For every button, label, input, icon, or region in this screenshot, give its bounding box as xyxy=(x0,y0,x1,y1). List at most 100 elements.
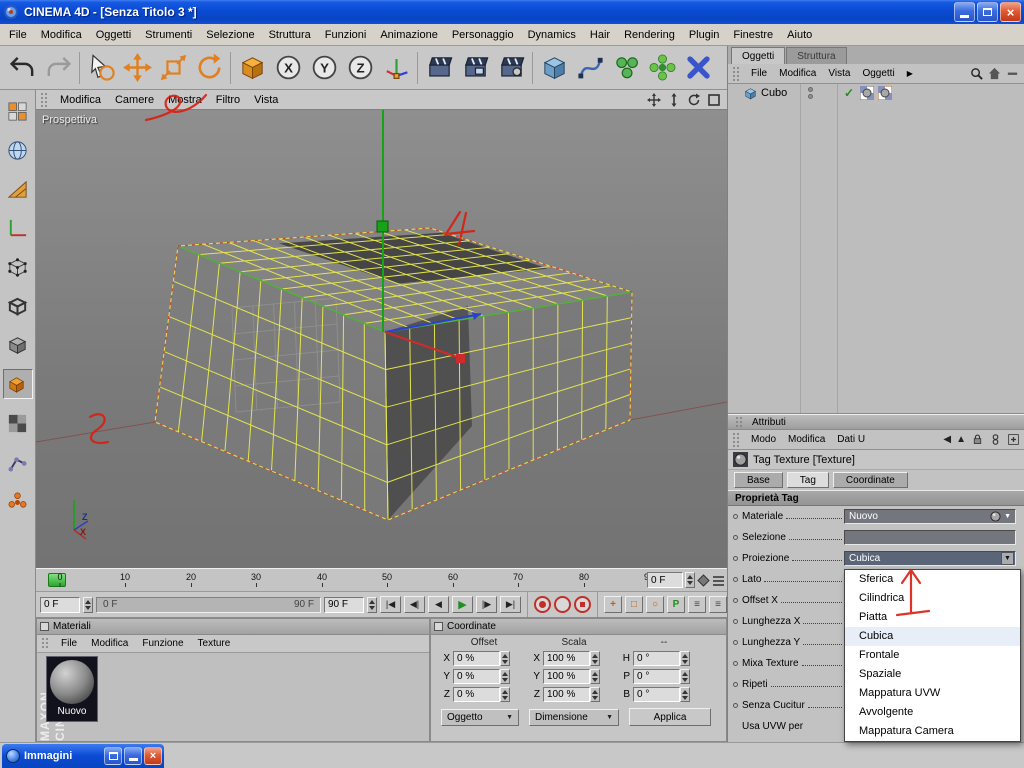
texture-tag-icon[interactable] xyxy=(860,86,874,100)
home-icon[interactable] xyxy=(988,67,1001,80)
convert-to-editable-icon[interactable] xyxy=(3,96,33,126)
close-button[interactable]: × xyxy=(1000,2,1021,22)
proiezione-combobox[interactable]: Cubica ▼ xyxy=(844,551,1016,566)
keyframe-icon[interactable] xyxy=(697,574,710,587)
attr-menu-dati[interactable]: Dati U xyxy=(831,432,871,447)
apply-button[interactable]: Applica xyxy=(629,708,711,726)
keyframe-dot[interactable] xyxy=(733,535,738,540)
perspective-viewport[interactable]: Prospettiva Z X xyxy=(36,110,727,568)
materials-menu-texture[interactable]: Texture xyxy=(191,636,238,651)
add-spline-icon[interactable] xyxy=(572,49,608,87)
keyframe-dot[interactable] xyxy=(733,661,738,666)
autokey-icon[interactable] xyxy=(554,596,571,613)
add-nurbs-icon[interactable] xyxy=(608,49,644,87)
offset-z-field[interactable]: 0 % xyxy=(453,687,515,702)
keyframe-dot[interactable] xyxy=(733,682,738,687)
projection-dropdown-list[interactable]: Sferica Cilindrica Piatta Cubica Frontal… xyxy=(844,569,1021,742)
materials-panel-header[interactable]: Materiali xyxy=(37,619,429,635)
edges-mode-icon[interactable] xyxy=(3,291,33,321)
preview-range-slider[interactable]: 0 F 90 F xyxy=(96,597,321,613)
lock-y-axis-icon[interactable]: Y xyxy=(306,49,342,87)
dropdown-option-piatta[interactable]: Piatta xyxy=(845,608,1020,627)
tab-oggetti[interactable]: Oggetti xyxy=(731,47,785,64)
dropdown-option-mappatura-uvw[interactable]: Mappatura UVW xyxy=(845,684,1020,703)
lock-icon[interactable] xyxy=(971,433,984,446)
tab-tag[interactable]: Tag xyxy=(787,472,829,488)
menu-struttura[interactable]: Struttura xyxy=(262,26,318,44)
scale-x-field[interactable]: 100 % xyxy=(543,651,605,666)
materials-menu-modifica[interactable]: Modifica xyxy=(84,636,135,651)
dropdown-option-sferica[interactable]: Sferica xyxy=(845,570,1020,589)
offset-x-field[interactable]: 0 % xyxy=(453,651,515,666)
keyframe-dot[interactable] xyxy=(733,598,738,603)
zoom-view-icon[interactable] xyxy=(667,93,681,107)
attr-menu-modifica[interactable]: Modifica xyxy=(782,432,831,447)
object-name[interactable]: Cubo xyxy=(761,87,787,99)
objects-menu-vista[interactable]: Vista xyxy=(822,66,856,81)
menu-selezione[interactable]: Selezione xyxy=(199,26,261,44)
coord-target-dropdown[interactable]: Oggetto▼ xyxy=(441,709,519,726)
add-cube-icon[interactable] xyxy=(536,49,572,87)
menu-overflow-icon[interactable]: ▶ xyxy=(901,67,919,80)
rotate-tool-icon[interactable] xyxy=(191,49,227,87)
panel-widget-icon[interactable] xyxy=(434,622,443,631)
new-panel-icon[interactable] xyxy=(1007,433,1020,446)
combo-arrow-icon[interactable]: ▼ xyxy=(1001,552,1014,565)
render-view-icon[interactable] xyxy=(421,49,457,87)
panel-grip[interactable] xyxy=(40,92,49,107)
scale-y-field[interactable]: 100 % xyxy=(543,669,605,684)
material-name[interactable]: Nuovo xyxy=(47,706,97,717)
live-selection-icon[interactable] xyxy=(83,49,119,87)
window-titlebar[interactable]: CINEMA 4D - [Senza Titolo 3 *] × xyxy=(0,0,1024,24)
redo-icon[interactable] xyxy=(40,49,76,87)
render-picture-viewer-icon[interactable] xyxy=(457,49,493,87)
model-mode-icon[interactable] xyxy=(3,135,33,165)
timeline-options-icon[interactable] xyxy=(712,574,725,587)
rotation-h-field[interactable]: 0 ° xyxy=(633,651,695,666)
object-list[interactable]: Cubo ✓ xyxy=(728,84,1024,414)
menu-modifica[interactable]: Modifica xyxy=(34,26,89,44)
goto-end-button[interactable]: ▶| xyxy=(500,596,521,613)
pv-restore-button[interactable] xyxy=(104,747,122,765)
menu-rendering[interactable]: Rendering xyxy=(617,26,682,44)
picture-viewer-titlebar[interactable]: Immagini × xyxy=(2,744,164,768)
material-thumbnail[interactable]: Nuovo xyxy=(46,656,98,722)
goto-start-button[interactable]: |◀ xyxy=(380,596,401,613)
pv-minimize-button[interactable] xyxy=(124,747,142,765)
tab-struttura[interactable]: Struttura xyxy=(786,47,846,64)
viewport-menu-camere[interactable]: Camere xyxy=(108,91,161,109)
link-icon[interactable] xyxy=(989,433,1002,446)
coordinate-system-icon[interactable] xyxy=(378,49,414,87)
keyframe-dot[interactable] xyxy=(733,703,738,708)
object-axis-mode-icon[interactable] xyxy=(3,486,33,516)
animation-mode-icon[interactable] xyxy=(3,408,33,438)
viewport-menu-vista[interactable]: Vista xyxy=(247,91,285,109)
record-rotation-toggle[interactable]: ○ xyxy=(646,596,664,613)
materiale-link-field[interactable]: Nuovo ▼ xyxy=(844,509,1016,524)
object-row-cubo[interactable]: Cubo ✓ xyxy=(728,84,1024,102)
menu-dynamics[interactable]: Dynamics xyxy=(521,26,583,44)
frame-spinner[interactable] xyxy=(685,572,695,588)
prev-key-button[interactable]: ◀| xyxy=(404,596,425,613)
keyframe-dot[interactable] xyxy=(733,640,738,645)
dropdown-option-frontale[interactable]: Frontale xyxy=(845,646,1020,665)
record-position-toggle[interactable]: + xyxy=(604,596,622,613)
attributes-panel-header[interactable]: Attributi xyxy=(728,414,1024,430)
panel-grip[interactable] xyxy=(732,432,741,447)
record-pla-toggle[interactable]: ≡ xyxy=(688,596,706,613)
objects-menu-oggetti[interactable]: Oggetti xyxy=(856,66,900,81)
lock-z-axis-icon[interactable]: Z xyxy=(342,49,378,87)
maximize-view-icon[interactable] xyxy=(707,93,721,107)
active-tool-cube-icon[interactable] xyxy=(234,49,270,87)
viewport-menu-modifica[interactable]: Modifica xyxy=(53,91,108,109)
menu-plugin[interactable]: Plugin xyxy=(682,26,727,44)
range-start-spinner[interactable] xyxy=(83,597,93,613)
menu-funzioni[interactable]: Funzioni xyxy=(318,26,374,44)
menu-personaggio[interactable]: Personaggio xyxy=(445,26,521,44)
record-filter-toggle[interactable]: ≡ xyxy=(709,596,727,613)
objects-menu-file[interactable]: File xyxy=(745,66,773,81)
range-end-field[interactable]: 90 F xyxy=(324,597,364,613)
menu-file[interactable]: File xyxy=(2,26,34,44)
next-frame-button[interactable]: |▶ xyxy=(476,596,497,613)
dropdown-option-avvolgente[interactable]: Avvolgente xyxy=(845,703,1020,722)
